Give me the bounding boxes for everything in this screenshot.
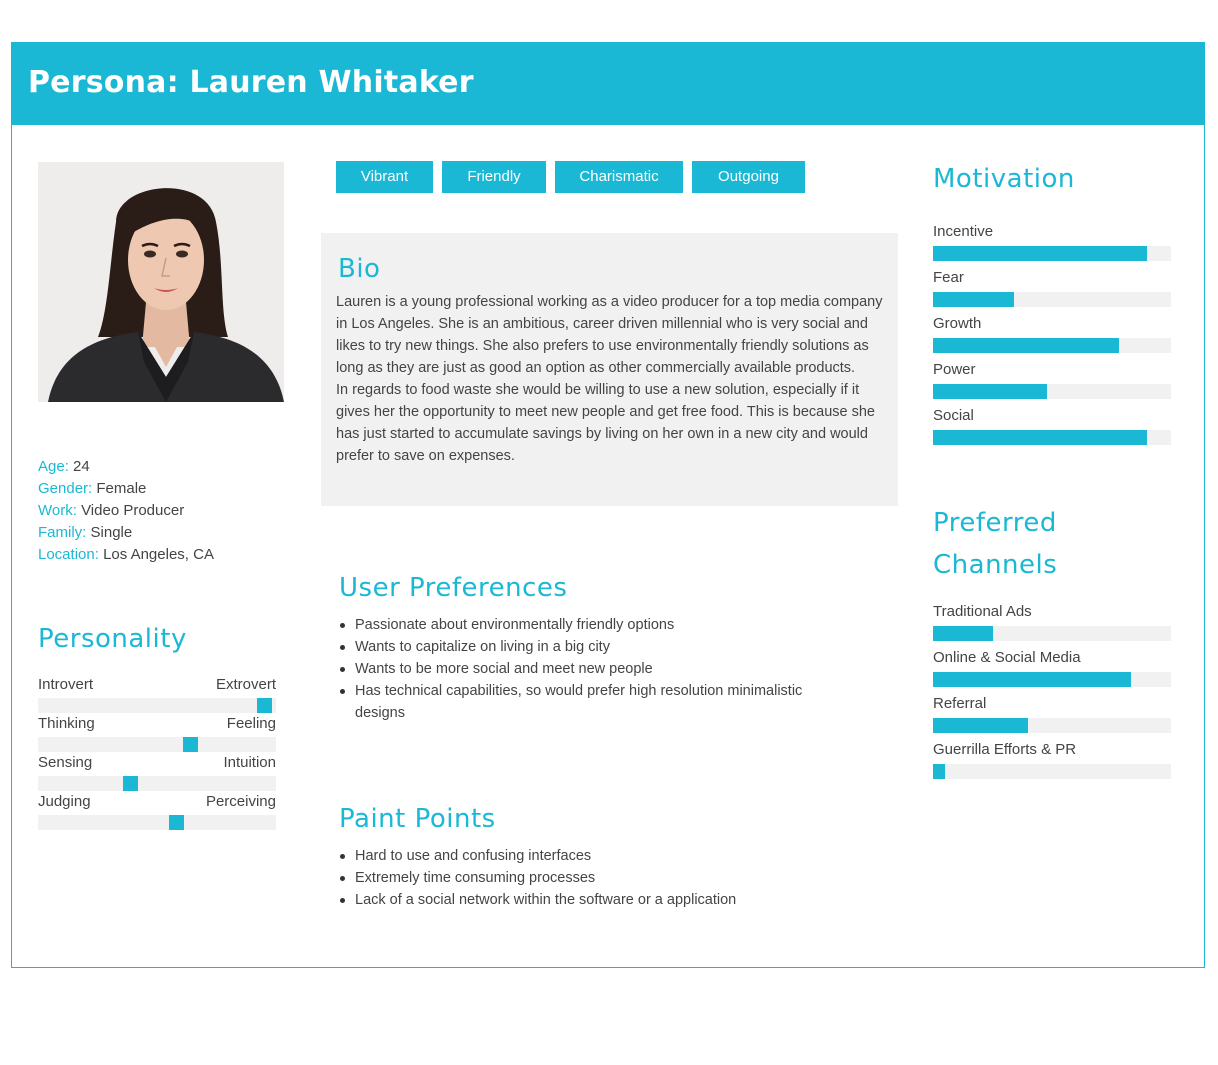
bar-fill [933,672,1131,687]
channel-row: Traditional Ads [933,603,1171,649]
bar-fill [933,764,945,779]
scale-marker [183,737,198,752]
bar-fill [933,338,1119,353]
demographics: Age: 24 Gender: Female Work: Video Produ… [38,456,214,566]
persona-card: Persona: Lauren Whitaker Age: 24 Gender:… [11,42,1205,968]
tag-vibrant[interactable]: Vibrant [336,161,433,193]
channel-row: Online & Social Media [933,649,1171,695]
scale-track [38,815,276,830]
bio-text: Lauren is a young professional working a… [336,294,883,464]
bar-track [933,338,1171,353]
bar-track [933,384,1171,399]
personality-scale: Sensing Intuition [38,754,276,793]
scale-left-label: Thinking [38,715,95,732]
motivation-row: Fear [933,269,1171,315]
motivation-row: Power [933,361,1171,407]
scale-track [38,737,276,752]
demo-gender: Gender: Female [38,480,147,497]
scale-right-label: Perceiving [205,793,276,810]
bar-track [933,626,1171,641]
bar-fill [933,292,1014,307]
personality-scale: Judging Perceiving [38,793,276,832]
bar-fill [933,718,1028,733]
bar-track [933,672,1171,687]
header-bar: Persona: Lauren Whitaker [12,43,1204,125]
list-item: Has technical capabilities, so would pre… [340,680,855,724]
bar-fill [933,626,993,641]
motivation-row: Social [933,407,1171,453]
bar-label: Incentive [933,223,994,240]
channel-bars: Traditional Ads Online & Social Media Re… [933,603,1171,787]
motivation-row: Incentive [933,223,1171,269]
motivation-title: Motivation [933,164,1075,194]
list-item: Wants to capitalize on living in a big c… [340,636,855,658]
motivation-row: Growth [933,315,1171,361]
scale-marker [257,698,272,713]
scale-track [38,698,276,713]
scale-left-label: Sensing [38,754,93,771]
bar-label: Referral [933,695,987,712]
bio-panel: Bio Lauren is a young professional worki… [321,233,898,506]
channels-title-line1: Preferred [933,508,1057,538]
bar-track [933,718,1171,733]
bar-label: Social [933,407,974,424]
list-item: Extremely time consuming processes [340,867,875,889]
bar-track [933,430,1171,445]
bar-label: Power [933,361,976,378]
bar-track [933,764,1171,779]
channels-title-line2: Channels [933,550,1058,580]
channel-row: Referral [933,695,1171,741]
pain-points-list: Hard to use and confusing interfaces Ext… [339,845,875,911]
bar-label: Growth [933,315,982,332]
demo-family: Family: Single [38,524,133,541]
personality-scales: Introvert Extrovert Thinking Feeling Sen… [38,676,276,832]
bar-label: Online & Social Media [933,649,1081,666]
scale-track [38,776,276,791]
page-title: Persona: Lauren Whitaker [28,65,474,100]
bio-title: Bio [338,254,381,284]
personality-title: Personality [38,624,187,654]
scale-right-label: Extrovert [215,676,276,693]
bar-track [933,246,1171,261]
motivation-bars: Incentive Fear Growth Power Social [933,223,1171,453]
scale-left-label: Introvert [38,676,94,693]
demo-age: Age: 24 [38,458,90,475]
portrait-image [38,162,284,402]
channel-row: Guerrilla Efforts & PR [933,741,1171,787]
bar-label: Fear [933,269,964,286]
scale-marker [169,815,184,830]
demo-work: Work: Video Producer [38,502,185,519]
scale-right-label: Feeling [226,715,276,732]
persona-photo [38,162,284,402]
bar-fill [933,430,1147,445]
preferred-channels-title: Preferred Channels [933,502,1057,586]
scale-right-label: Intuition [223,754,276,771]
list-item: Lack of a social network within the soft… [340,889,875,911]
user-preferences-list: Passionate about environmentally friendl… [339,614,855,724]
tag-friendly[interactable]: Friendly [442,161,546,193]
user-preferences-title: User Preferences [339,573,568,603]
bar-label: Guerrilla Efforts & PR [933,741,1077,758]
pain-points-title: Paint Points [339,804,496,834]
scale-left-label: Judging [38,793,91,810]
personality-scale: Introvert Extrovert [38,676,276,715]
bar-label: Traditional Ads [933,603,1032,620]
bar-fill [933,246,1147,261]
bar-track [933,292,1171,307]
tag-charismatic[interactable]: Charismatic [555,161,683,193]
tag-outgoing[interactable]: Outgoing [692,161,805,193]
personality-scale: Thinking Feeling [38,715,276,754]
demo-location: Location: Los Angeles, CA [38,546,214,563]
bar-fill [933,384,1047,399]
scale-marker [123,776,138,791]
list-item: Wants to be more social and meet new peo… [340,658,855,680]
list-item: Hard to use and confusing interfaces [340,845,875,867]
list-item: Passionate about environmentally friendl… [340,614,855,636]
